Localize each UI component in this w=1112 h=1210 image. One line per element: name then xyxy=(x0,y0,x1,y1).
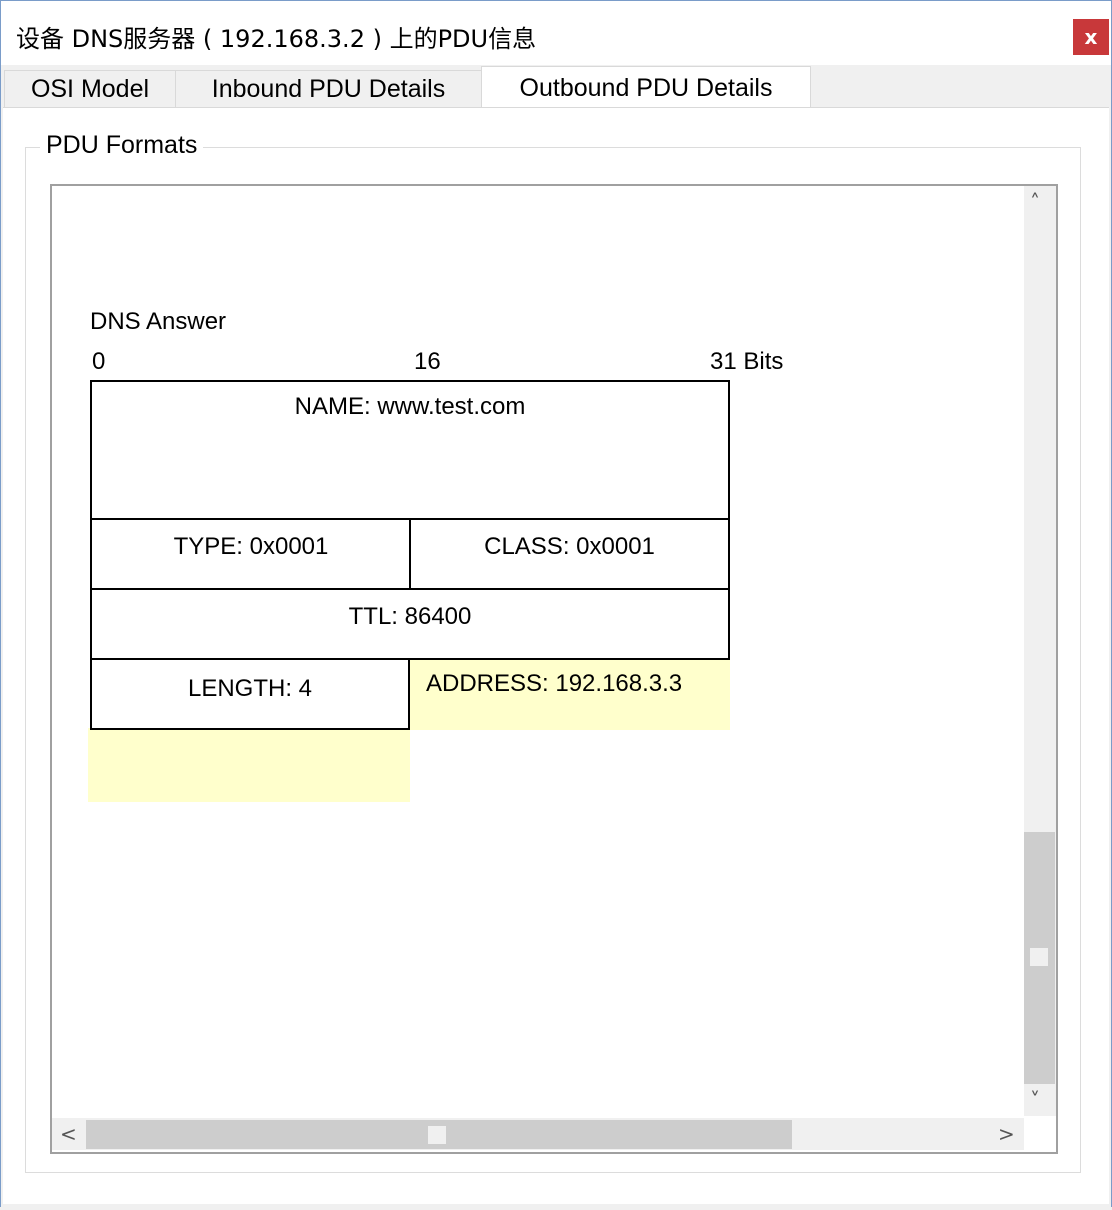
address-highlight-continued xyxy=(88,728,410,802)
title-bar: 设备 DNS服务器 ( 192.168.3.2 ) 上的PDU信息 x xyxy=(1,1,1111,65)
horizontal-grip-icon xyxy=(428,1126,446,1144)
pdu-title: DNS Answer xyxy=(90,308,227,335)
type-field: TYPE: 0x0001 xyxy=(90,518,412,590)
tab-label: Inbound PDU Details xyxy=(211,75,446,103)
bit-scale-end: 31 Bits xyxy=(710,348,784,375)
group-label: PDU Formats xyxy=(40,131,204,160)
bit-scale-middle: 16 xyxy=(414,348,441,375)
ttl-field: TTL: 86400 xyxy=(90,588,730,660)
length-field: LENGTH: 4 xyxy=(90,658,410,730)
name-field: NAME: www.test.com xyxy=(90,380,730,520)
close-button[interactable]: x xyxy=(1073,19,1109,55)
tab-inbound-pdu-details[interactable]: Inbound PDU Details xyxy=(175,70,482,108)
scrollbar-corner xyxy=(1024,1118,1056,1150)
length-field-label: LENGTH: 4 xyxy=(187,675,313,702)
tab-label: OSI Model xyxy=(30,75,150,103)
scroll-right-icon[interactable]: > xyxy=(998,1122,1015,1146)
scroll-up-icon[interactable]: ˄ xyxy=(1030,190,1040,214)
address-field-label: ADDRESS: 192.168.3.3 xyxy=(426,670,683,697)
tab-outbound-pdu-details[interactable]: Outbound PDU Details xyxy=(481,66,811,109)
name-field-label: NAME: www.test.com xyxy=(294,393,526,420)
ttl-field-label: TTL: 86400 xyxy=(348,603,472,630)
bit-scale-start: 0 xyxy=(92,348,106,375)
vertical-grip-icon xyxy=(1030,948,1048,966)
close-icon: x xyxy=(1084,25,1098,49)
scroll-down-icon[interactable]: ˅ xyxy=(1030,1088,1040,1112)
window-title: 设备 DNS服务器 ( 192.168.3.2 ) 上的PDU信息 xyxy=(16,25,537,53)
tab-osi-model[interactable]: OSI Model xyxy=(4,70,176,108)
class-field-label: CLASS: 0x0001 xyxy=(484,533,655,560)
scroll-left-icon[interactable]: < xyxy=(60,1122,77,1146)
class-field: CLASS: 0x0001 xyxy=(409,518,730,590)
tab-bar: OSI Model Inbound PDU Details Outbound P… xyxy=(0,66,1112,109)
tab-label: Outbound PDU Details xyxy=(519,73,773,102)
type-field-label: TYPE: 0x0001 xyxy=(173,533,329,560)
